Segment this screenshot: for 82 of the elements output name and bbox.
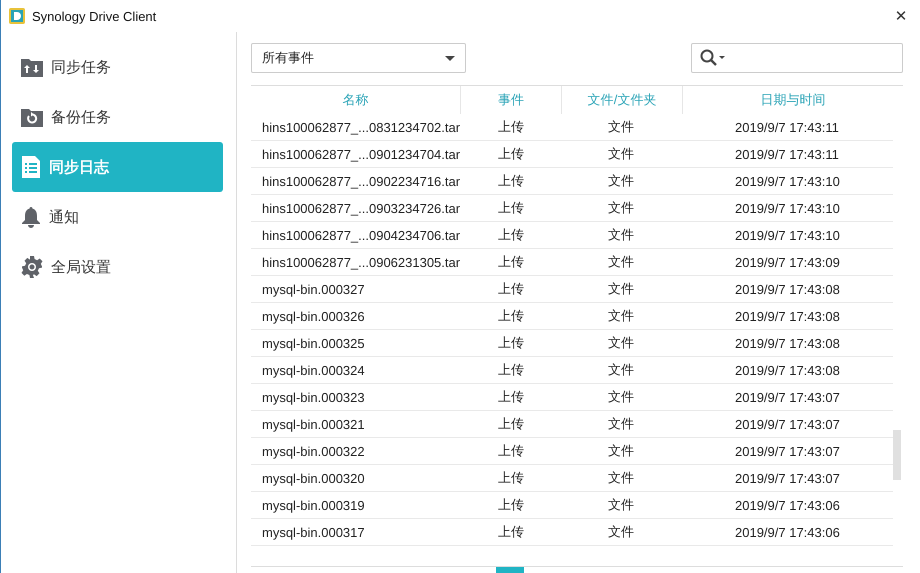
table-cell-text: 上传 [497, 469, 525, 487]
table-cell-text: 文件 [607, 496, 635, 514]
table-cell-text: 2019/9/7 17:43:10 [734, 200, 841, 218]
table-cell-text: 2019/9/7 17:43:10 [734, 226, 841, 244]
table-cell-text: hins100062877_...0903234726.tar [261, 200, 460, 218]
window-title: Synology Drive Client [32, 8, 156, 24]
table-cell-text: mysql-bin.000327 [261, 280, 366, 299]
table-cell-text: 2019/9/7 17:43:07 [734, 416, 841, 434]
table-cell-text: hins100062877_...0831234702.tar [261, 118, 460, 137]
table-cell-text: mysql-bin.000326 [261, 308, 366, 326]
table-cell-text: 2019/9/7 17:43:10 [734, 172, 841, 190]
table-cell-text: 2019/9/7 17:43:08 [734, 362, 841, 380]
table-cell-text: 上传 [497, 334, 525, 352]
table-cell-text: 2019/9/7 17:43:08 [734, 280, 841, 298]
sidebar-item[interactable]: 同步任务 [12, 42, 223, 92]
table-cell-text: 上传 [497, 118, 525, 136]
settings-icon [21, 256, 43, 278]
sidebar-item[interactable]: 通知 [12, 192, 223, 242]
table-cell-text: 文件 [607, 388, 635, 406]
document-list-icon [21, 156, 41, 178]
table-cell-text: 文件 [607, 415, 635, 433]
table-cell-text: 上传 [497, 253, 525, 271]
table-cell-text: mysql-bin.000323 [261, 388, 366, 407]
scrollbar-thumb[interactable] [893, 430, 901, 480]
table-cell-text: mysql-bin.000322 [261, 442, 366, 461]
page-indicator [496, 567, 524, 573]
table-cell-text: 2019/9/7 17:43:07 [734, 442, 841, 460]
table-cell-text: mysql-bin.000324 [261, 362, 366, 380]
table-cell-text: 文件 [607, 199, 635, 217]
table-cell-text: 文件 [607, 442, 635, 460]
table-cell-text: 上传 [497, 415, 525, 433]
table-cell-text: hins100062877_...0901234704.tar [261, 146, 460, 164]
table-cell-text: 2019/9/7 17:43:07 [734, 470, 841, 488]
table-cell-text: 上传 [497, 523, 525, 541]
table-cell-text: mysql-bin.000317 [261, 524, 366, 542]
table-cell-text: 2019/9/7 17:43:08 [734, 334, 841, 352]
table-cell-text: 2019/9/7 17:43:11 [734, 146, 840, 164]
table-cell-text: 2019/9/7 17:43:06 [734, 524, 841, 542]
table-cell-text: 上传 [497, 388, 525, 406]
table-cell-text: hins100062877_...0904234706.tar [261, 226, 460, 245]
table-cell-text: 文件 [607, 523, 635, 541]
table-cell-text: 文件 [607, 280, 635, 298]
table-cell-text: 文件 [607, 172, 635, 190]
table-cell-text: 文件 [607, 145, 635, 163]
table-cell-text: mysql-bin.000320 [261, 470, 366, 488]
table-cell-text: mysql-bin.000325 [261, 334, 366, 353]
table-cell-text: 上传 [497, 361, 525, 379]
table-cell-text: mysql-bin.000321 [261, 416, 366, 434]
backup-folder-icon [21, 107, 43, 127]
table-cell-text: 文件 [607, 118, 635, 136]
table-cell-text: mysql-bin.000319 [261, 496, 366, 515]
table-cell-text: hins100062877_...0902234716.tar [261, 172, 460, 191]
table-cell-text: 文件 [607, 334, 635, 352]
sidebar-item[interactable]: 全局设置 [12, 242, 223, 292]
bell-icon [21, 206, 41, 228]
search-icon [700, 49, 726, 67]
table-cell-text: 2019/9/7 17:43:08 [734, 308, 841, 326]
table-cell-text: 文件 [607, 253, 635, 271]
table-cell-text: 上传 [497, 145, 525, 163]
table-cell-text: 上传 [497, 172, 525, 190]
app-logo-icon [9, 8, 25, 24]
table-cell-text: 上传 [497, 199, 525, 217]
sidebar-item[interactable]: 备份任务 [12, 92, 223, 142]
search-field[interactable] [691, 43, 903, 73]
table-cell-text: 文件 [607, 307, 635, 325]
table-cell-text: 2019/9/7 17:43:06 [734, 496, 841, 514]
table-cell-text: hins100062877_...0906231305.tar [261, 254, 460, 272]
table-cell-text: 2019/9/7 17:43:09 [734, 254, 841, 272]
table-cell-text: 文件 [607, 226, 635, 244]
table-cell-text: 上传 [497, 226, 525, 244]
dropdown-value: 所有事件 [262, 49, 314, 67]
table-cell-text: 上传 [497, 442, 525, 460]
table-cell-text: 上传 [497, 496, 525, 514]
table-cell-text: 2019/9/7 17:43:11 [734, 118, 840, 136]
sync-folder-icon [21, 57, 43, 77]
table-cell-text: 上传 [497, 307, 525, 325]
close-button[interactable]: ✕ [886, 1, 916, 31]
table-cell-text: 文件 [607, 361, 635, 379]
event-filter-dropdown[interactable]: 所有事件 [251, 43, 466, 73]
table-cell-text: 上传 [497, 280, 525, 298]
table-cell-text: 2019/9/7 17:43:07 [734, 388, 841, 406]
table-cell-text: 文件 [607, 469, 635, 487]
